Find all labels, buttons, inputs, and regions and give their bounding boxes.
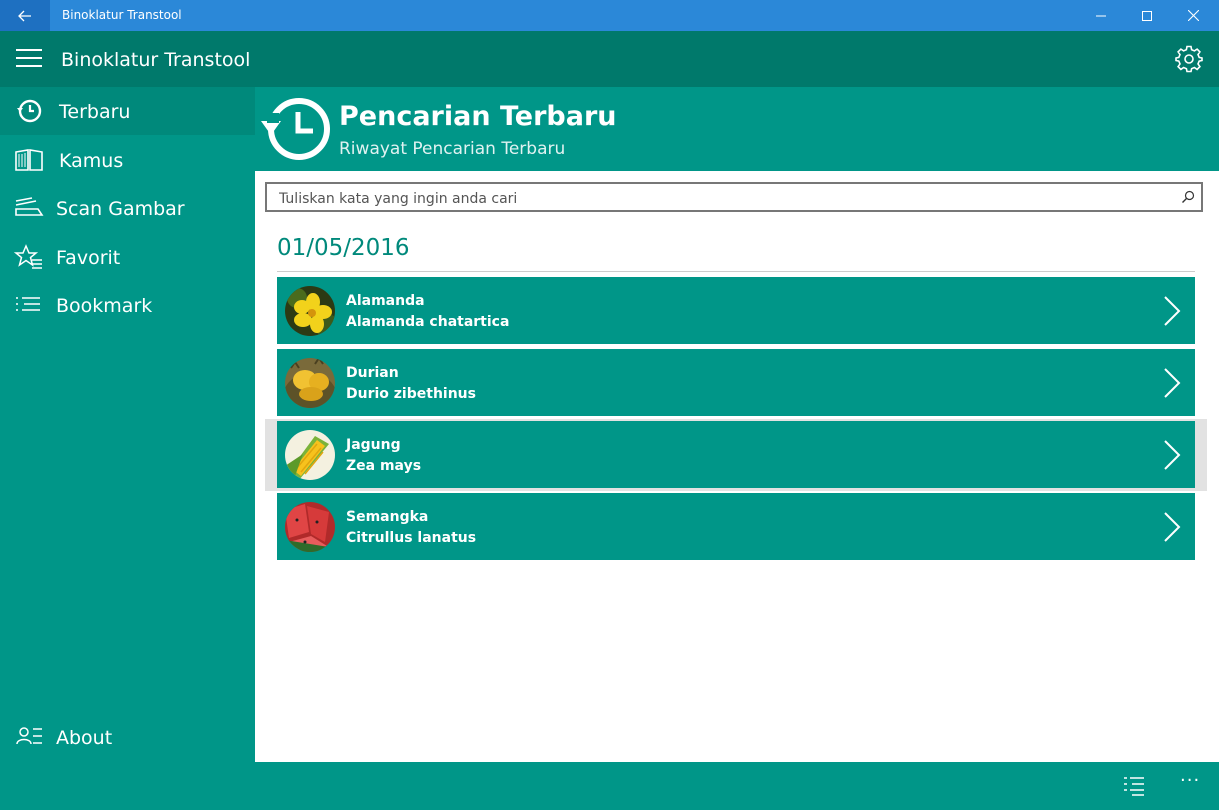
corn-image — [285, 430, 335, 480]
search-icon[interactable] — [1181, 190, 1195, 204]
nav-label-about: About — [56, 727, 113, 749]
scan-icon — [15, 197, 44, 216]
item-name: Durian — [346, 365, 399, 381]
nav-item-scan-gambar[interactable]: Scan Gambar — [0, 184, 255, 232]
history-icon — [17, 99, 42, 123]
item-scientific-name: Zea mays — [346, 458, 422, 474]
item-scientific-name: Durio zibethinus — [346, 386, 476, 402]
close-button[interactable] — [1170, 0, 1216, 31]
search-box[interactable] — [265, 182, 1203, 212]
nav-label-bookmark: Bookmark — [56, 295, 153, 317]
maximize-icon — [1142, 10, 1152, 21]
bottom-command-bar: ··· — [0, 762, 1219, 810]
back-button[interactable] — [0, 0, 50, 31]
chevron-right-icon — [1164, 440, 1181, 470]
app-title: Binoklatur Transtool — [61, 49, 251, 71]
list-view-button[interactable] — [1123, 776, 1145, 796]
page-subtitle: Riwayat Pencarian Terbaru — [339, 139, 566, 159]
window-titlebar: Binoklatur Transtool — [0, 0, 1219, 31]
maximize-button[interactable] — [1124, 0, 1170, 31]
list-item-semangka[interactable]: Semangka Citrullus lanatus — [277, 493, 1195, 560]
nav-item-kamus[interactable]: Kamus — [0, 136, 255, 184]
history-date-header: 01/05/2016 — [277, 235, 410, 261]
back-arrow-icon — [18, 10, 31, 21]
nav-label-terbaru: Terbaru — [59, 101, 131, 123]
contact-icon — [16, 727, 42, 745]
more-options-button[interactable]: ··· — [1180, 770, 1200, 791]
nav-label-kamus: Kamus — [59, 150, 124, 172]
durian-fruit-image — [285, 358, 335, 408]
list-item-jagung[interactable]: Jagung Zea mays — [277, 421, 1195, 488]
nav-item-favorit[interactable]: Favorit — [0, 233, 255, 281]
page-header: Pencarian Terbaru Riwayat Pencarian Terb… — [255, 87, 1219, 171]
minimize-button[interactable] — [1078, 0, 1124, 31]
minimize-icon — [1096, 15, 1106, 16]
alamanda-flower-image — [285, 286, 335, 336]
item-name: Semangka — [346, 509, 429, 525]
nav-item-bookmark[interactable]: Bookmark — [0, 281, 255, 329]
item-scientific-name: Citrullus lanatus — [346, 530, 477, 546]
list-item-durian[interactable]: Durian Durio zibethinus — [277, 349, 1195, 416]
main-content: Pencarian Terbaru Riwayat Pencarian Terb… — [255, 87, 1219, 762]
item-name: Jagung — [346, 437, 401, 453]
search-input[interactable] — [277, 188, 1171, 210]
app-bar: Binoklatur Transtool — [0, 31, 1219, 87]
star-list-icon — [14, 244, 42, 269]
chevron-right-icon — [1164, 512, 1181, 542]
settings-button[interactable] — [1175, 45, 1203, 73]
divider — [277, 271, 1195, 272]
book-icon — [15, 149, 43, 171]
navigation-pane: Terbaru Kamus Scan Gambar Favorit Bookma… — [0, 87, 255, 762]
history-icon — [261, 98, 330, 160]
nav-label-favorit: Favorit — [56, 247, 121, 269]
gear-icon — [1175, 45, 1203, 73]
bookmark-list-icon — [16, 297, 40, 311]
nav-item-about[interactable]: About — [0, 713, 255, 761]
page-title: Pencarian Terbaru — [339, 101, 617, 132]
hamburger-menu-button[interactable] — [16, 49, 42, 69]
item-scientific-name: Alamanda chatartica — [346, 314, 510, 330]
watermelon-image — [285, 502, 335, 552]
window-title: Binoklatur Transtool — [62, 8, 182, 22]
list-item-alamanda[interactable]: Alamanda Alamanda chatartica — [277, 277, 1195, 344]
chevron-right-icon — [1164, 296, 1181, 326]
nav-label-scan-gambar: Scan Gambar — [56, 198, 185, 220]
nav-item-terbaru[interactable]: Terbaru — [0, 87, 255, 135]
item-name: Alamanda — [346, 293, 425, 309]
chevron-right-icon — [1164, 368, 1181, 398]
close-icon — [1187, 10, 1199, 21]
